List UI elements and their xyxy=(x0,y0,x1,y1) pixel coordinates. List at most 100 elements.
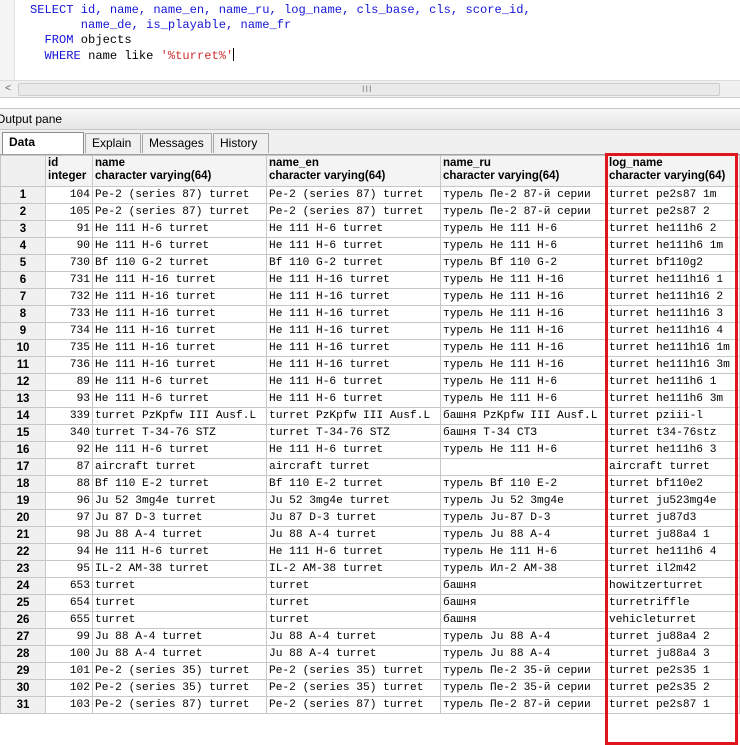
name-ru-cell[interactable]: турель He 111 H-6 xyxy=(440,543,607,561)
table-row[interactable]: 8 733 He 111 H-16 turret He 111 H-16 turret… xyxy=(0,305,740,323)
row-number-cell[interactable]: 14 xyxy=(0,407,46,425)
name-ru-cell[interactable]: турель Ju 88 A-4 xyxy=(440,645,607,663)
row-number-cell[interactable]: 26 xyxy=(0,611,46,629)
column-header-log-name[interactable]: log_name character varying(64) xyxy=(606,155,740,187)
table-row[interactable]: 4 90 He 111 H-6 turret He 111 H-6 turret тур… xyxy=(0,237,740,255)
name-en-cell[interactable]: He 111 H-16 turret xyxy=(266,288,441,306)
row-number-cell[interactable]: 24 xyxy=(0,577,46,595)
row-number-cell[interactable]: 13 xyxy=(0,390,46,408)
name-cell[interactable]: Pe-2 (series 87) turret xyxy=(92,203,267,221)
id-cell[interactable]: 95 xyxy=(45,560,93,578)
name-en-cell[interactable]: aircraft turret xyxy=(266,458,441,476)
row-number-cell[interactable]: 28 xyxy=(0,645,46,663)
name-en-cell[interactable]: He 111 H-6 turret xyxy=(266,237,441,255)
name-cell[interactable]: turret xyxy=(92,611,267,629)
name-cell[interactable]: Bf 110 G-2 turret xyxy=(92,254,267,272)
name-en-cell[interactable]: Ju 88 A-4 turret xyxy=(266,628,441,646)
name-cell[interactable]: Pe-2 (series 35) turret xyxy=(92,662,267,680)
name-ru-cell[interactable]: турель He 111 H-6 xyxy=(440,441,607,459)
name-ru-cell[interactable]: турель Пе-2 35-й серии xyxy=(440,662,607,680)
name-cell[interactable]: He 111 H-16 turret xyxy=(92,339,267,357)
id-cell[interactable]: 101 xyxy=(45,662,93,680)
log-name-cell[interactable]: turret he111h6 2 xyxy=(606,220,740,238)
column-header-id[interactable]: id integer xyxy=(45,155,93,187)
id-cell[interactable]: 87 xyxy=(45,458,93,476)
row-number-cell[interactable]: 15 xyxy=(0,424,46,442)
id-cell[interactable]: 98 xyxy=(45,526,93,544)
log-name-cell[interactable]: turret bf110g2 xyxy=(606,254,740,272)
name-en-cell[interactable]: Pe-2 (series 35) turret xyxy=(266,679,441,697)
table-row[interactable]: 1 104 Pe-2 (series 87) turret Pe-2 (series … xyxy=(0,186,740,204)
log-name-cell[interactable]: turret he111h6 3m xyxy=(606,390,740,408)
table-row[interactable]: 15 340 turret T-34-76 STZ turret T-34-76 ST… xyxy=(0,424,740,442)
row-number-cell[interactable]: 8 xyxy=(0,305,46,323)
name-cell[interactable]: He 111 H-16 turret xyxy=(92,322,267,340)
table-row[interactable]: 16 92 He 111 H-6 turret He 111 H-6 turret ту… xyxy=(0,441,740,459)
name-en-cell[interactable]: Pe-2 (series 87) turret xyxy=(266,203,441,221)
table-row[interactable]: 31 103 Pe-2 (series 87) turret Pe-2 (series… xyxy=(0,696,740,714)
row-number-cell[interactable]: 17 xyxy=(0,458,46,476)
table-row[interactable]: 14 339 turret PzKpfw III Ausf.L turret PzKp… xyxy=(0,407,740,425)
id-cell[interactable]: 731 xyxy=(45,271,93,289)
table-row[interactable]: 10 735 He 111 H-16 turret He 111 H-16 turre… xyxy=(0,339,740,357)
scrollbar-thumb[interactable]: III xyxy=(18,83,720,96)
name-en-cell[interactable]: turret xyxy=(266,611,441,629)
name-cell[interactable]: He 111 H-6 turret xyxy=(92,441,267,459)
id-cell[interactable]: 99 xyxy=(45,628,93,646)
name-en-cell[interactable]: He 111 H-16 turret xyxy=(266,322,441,340)
table-row[interactable]: 24 653 turret turret башня howitzerturret xyxy=(0,577,740,595)
name-ru-cell[interactable]: турель Ju 52 3mg4e xyxy=(440,492,607,510)
name-ru-cell[interactable]: турель He 111 H-6 xyxy=(440,220,607,238)
name-en-cell[interactable]: Bf 110 E-2 turret xyxy=(266,475,441,493)
name-ru-cell[interactable]: турель Пе-2 87-й серии xyxy=(440,696,607,714)
tab-explain[interactable]: Explain xyxy=(85,133,141,153)
name-ru-cell[interactable]: турель Ил-2 АМ-38 xyxy=(440,560,607,578)
name-ru-cell[interactable]: турель He 111 H-16 xyxy=(440,305,607,323)
log-name-cell[interactable]: turret he111h6 4 xyxy=(606,543,740,561)
row-number-cell[interactable]: 23 xyxy=(0,560,46,578)
row-number-cell[interactable]: 19 xyxy=(0,492,46,510)
id-cell[interactable]: 105 xyxy=(45,203,93,221)
name-ru-cell[interactable]: турель He 111 H-16 xyxy=(440,271,607,289)
sql-editor[interactable]: SELECT id, name, name_en, name_ru, log_n… xyxy=(0,0,740,81)
name-cell[interactable]: He 111 H-6 turret xyxy=(92,543,267,561)
log-name-cell[interactable]: turret pe2s87 1m xyxy=(606,186,740,204)
name-cell[interactable]: aircraft turret xyxy=(92,458,267,476)
row-number-cell[interactable]: 11 xyxy=(0,356,46,374)
log-name-cell[interactable]: turret ju88a4 1 xyxy=(606,526,740,544)
name-ru-cell[interactable] xyxy=(440,458,607,476)
scroll-left-arrow-icon[interactable]: < xyxy=(0,81,16,97)
id-cell[interactable]: 655 xyxy=(45,611,93,629)
name-en-cell[interactable]: turret T-34-76 STZ xyxy=(266,424,441,442)
name-en-cell[interactable]: Ju 88 A-4 turret xyxy=(266,645,441,663)
table-row[interactable]: 3 91 He 111 H-6 turret He 111 H-6 turret тур… xyxy=(0,220,740,238)
row-number-cell[interactable]: 25 xyxy=(0,594,46,612)
table-row[interactable]: 19 96 Ju 52 3mg4e turret Ju 52 3mg4e turret… xyxy=(0,492,740,510)
table-row[interactable]: 6 731 He 111 H-16 turret He 111 H-16 turret… xyxy=(0,271,740,289)
id-cell[interactable]: 340 xyxy=(45,424,93,442)
id-cell[interactable]: 104 xyxy=(45,186,93,204)
id-cell[interactable]: 91 xyxy=(45,220,93,238)
tab-data-output[interactable]: Data Output xyxy=(2,132,84,168)
id-cell[interactable]: 654 xyxy=(45,594,93,612)
id-cell[interactable]: 89 xyxy=(45,373,93,391)
name-en-cell[interactable]: He 111 H-16 turret xyxy=(266,356,441,374)
log-name-cell[interactable]: turret he111h6 1m xyxy=(606,237,740,255)
table-row[interactable]: 5 730 Bf 110 G-2 turret Bf 110 G-2 turret ту… xyxy=(0,254,740,272)
log-name-cell[interactable]: howitzerturret xyxy=(606,577,740,595)
log-name-cell[interactable]: turret pe2s87 2 xyxy=(606,203,740,221)
log-name-cell[interactable]: turret he111h16 1 xyxy=(606,271,740,289)
name-en-cell[interactable]: Ju 87 D-3 turret xyxy=(266,509,441,527)
row-number-cell[interactable]: 6 xyxy=(0,271,46,289)
name-ru-cell[interactable]: турель He 111 H-16 xyxy=(440,288,607,306)
id-cell[interactable]: 339 xyxy=(45,407,93,425)
name-en-cell[interactable]: He 111 H-16 turret xyxy=(266,305,441,323)
name-en-cell[interactable]: Bf 110 G-2 turret xyxy=(266,254,441,272)
table-row[interactable]: 23 95 IL-2 AM-38 turret IL-2 AM-38 turret ту… xyxy=(0,560,740,578)
log-name-cell[interactable]: turret he111h16 4 xyxy=(606,322,740,340)
table-row[interactable]: 22 94 He 111 H-6 turret He 111 H-6 turret ту… xyxy=(0,543,740,561)
name-ru-cell[interactable]: башня xyxy=(440,577,607,595)
name-cell[interactable]: He 111 H-16 turret xyxy=(92,305,267,323)
id-cell[interactable]: 733 xyxy=(45,305,93,323)
log-name-cell[interactable]: turretriffle xyxy=(606,594,740,612)
